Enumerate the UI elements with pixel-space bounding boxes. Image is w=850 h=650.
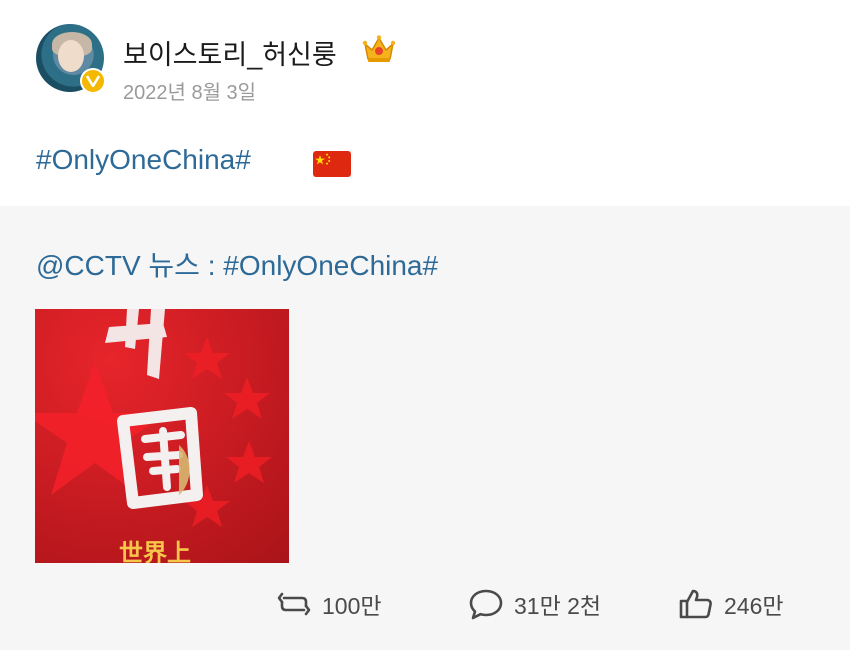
verified-badge-icon xyxy=(80,68,106,94)
china-flag-icon xyxy=(313,151,351,177)
crown-icon xyxy=(362,35,396,62)
action-bar: 100만 31만 2천 246만 xyxy=(0,578,850,628)
post-date: 2022년 8월 3일 xyxy=(123,82,257,104)
repost-button[interactable]: 100만 xyxy=(276,586,382,622)
comment-count: 31만 2천 xyxy=(514,593,602,619)
china-poster-image[interactable]: 世界上 xyxy=(35,309,289,563)
username[interactable]: 보이스토리_허신룽 xyxy=(123,33,337,72)
repost-text[interactable]: @CCTV 뉴스 : #OnlyOneChina# xyxy=(36,244,438,284)
comment-button[interactable]: 31만 2천 xyxy=(468,586,601,622)
thumbs-up-icon xyxy=(679,589,712,619)
svg-text:世界上: 世界上 xyxy=(119,539,191,563)
like-button[interactable]: 246만 xyxy=(678,586,784,622)
repost-icon xyxy=(277,592,311,616)
post-text-hashtag[interactable]: #OnlyOneChina# xyxy=(36,144,251,176)
repost-count: 100만 xyxy=(322,593,382,619)
like-count: 246만 xyxy=(724,593,784,619)
comment-icon xyxy=(469,589,503,620)
avatar-face xyxy=(58,40,84,72)
poster-artwork: 世界上 xyxy=(35,309,272,563)
post-header: 보이스토리_허신룽 2022년 8월 3일 xyxy=(36,24,816,104)
